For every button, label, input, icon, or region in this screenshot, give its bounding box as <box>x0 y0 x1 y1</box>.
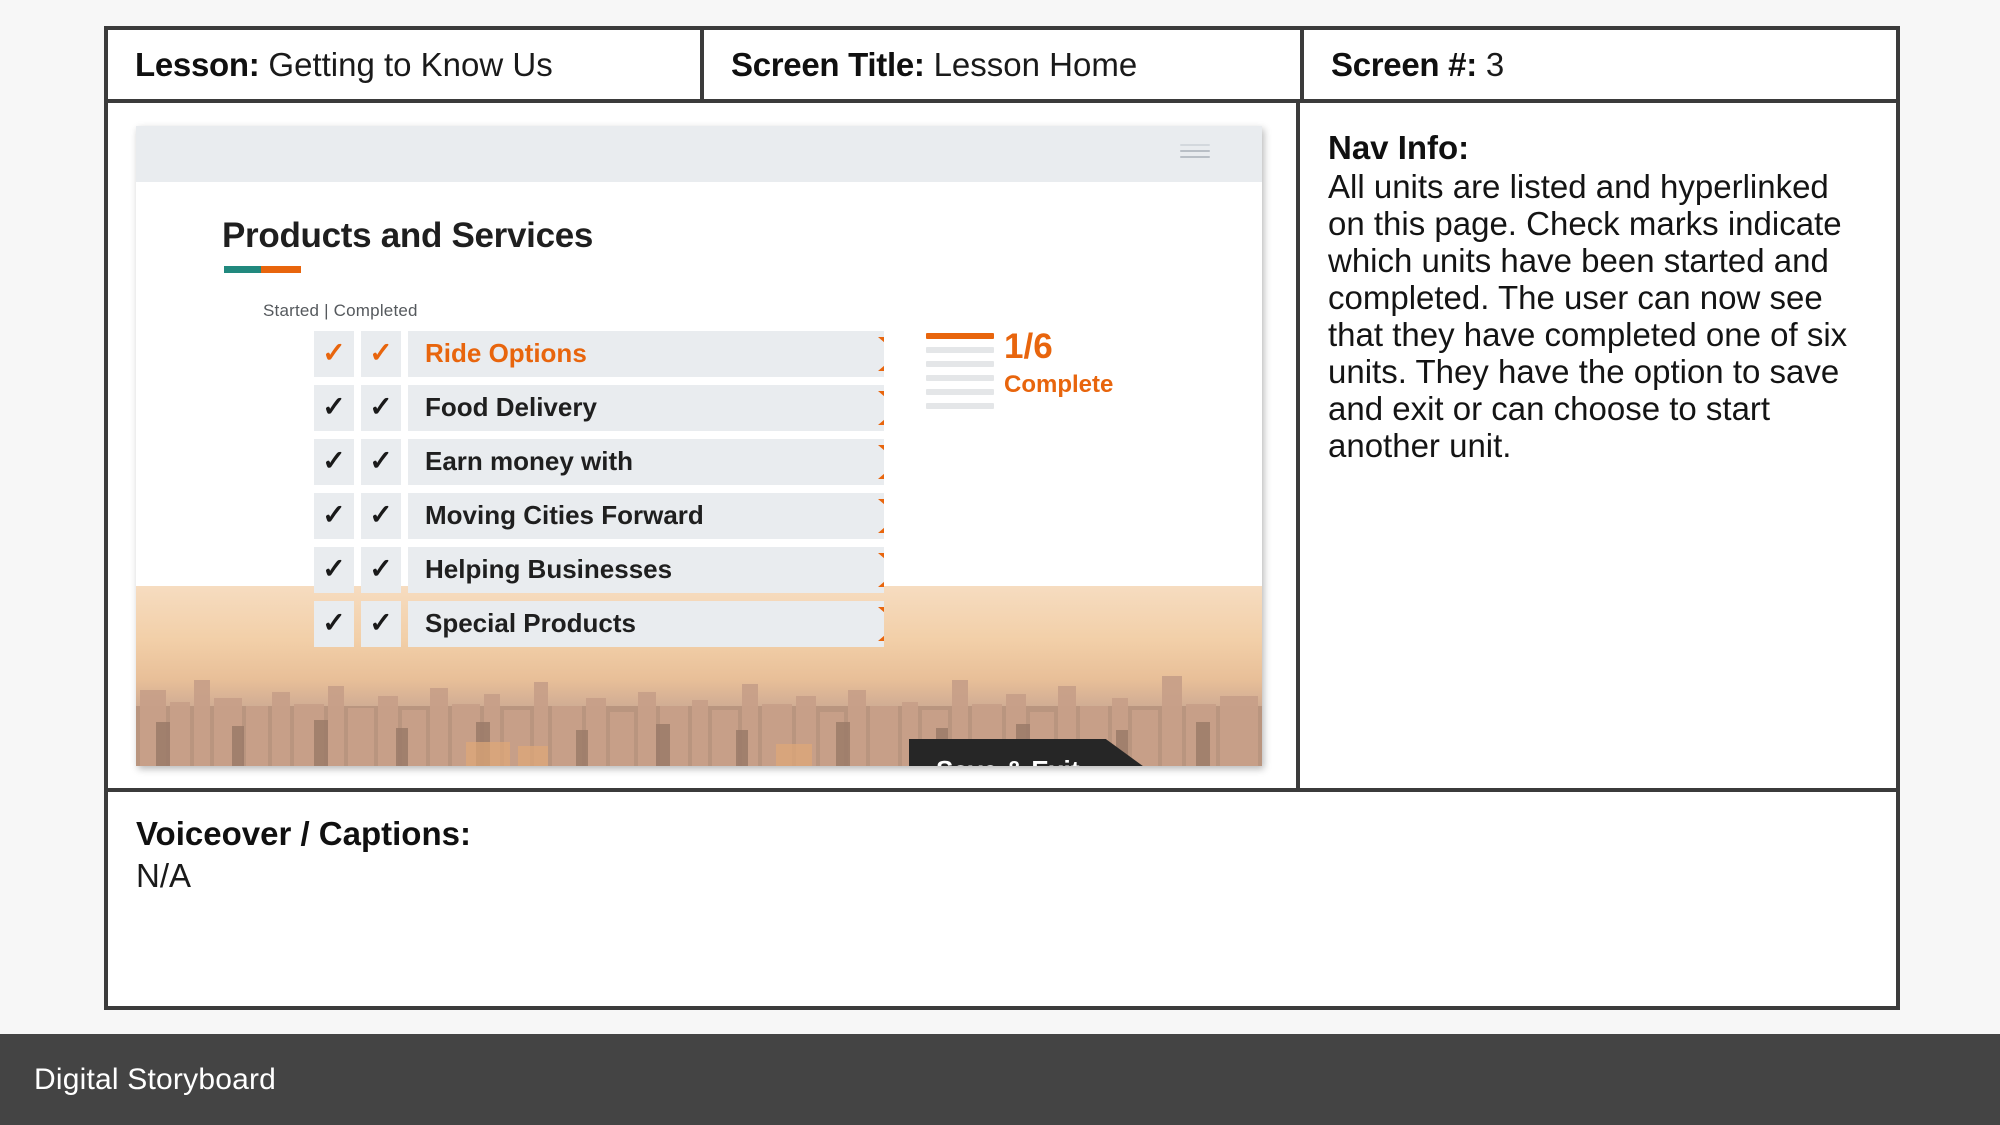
completed-checkbox: ✓ <box>361 331 401 377</box>
hamburger-bar <box>1180 144 1210 146</box>
slide-canvas: Products and Services Started | Complete… <box>136 126 1262 766</box>
double-chevron-icon <box>878 499 884 533</box>
storyboard-table: Lesson: Getting to Know Us Screen Title:… <box>104 26 1900 1010</box>
status-legend: Started | Completed <box>263 301 418 320</box>
started-checkbox: ✓ <box>314 331 354 377</box>
check-icon: ✓ <box>369 337 393 368</box>
screen-number-cell: Screen #: 3 <box>1304 30 1896 99</box>
progress-level-empty <box>926 403 994 409</box>
started-checkbox: ✓ <box>314 385 354 431</box>
unit-label: Earn money with <box>425 446 634 477</box>
unit-label: Food Delivery <box>425 392 597 423</box>
completed-checkbox: ✓ <box>361 385 401 431</box>
unit-row[interactable]: ✓ ✓ Food Delivery <box>314 385 884 431</box>
completed-checkbox: ✓ <box>361 601 401 647</box>
progress-word: Complete <box>1004 371 1114 398</box>
progress-text: 1/6 Complete <box>1004 329 1113 397</box>
screen-number-value: 3 <box>1485 45 1505 83</box>
hamburger-bar <box>1180 156 1210 158</box>
screen-title-value: Lesson Home <box>933 45 1138 83</box>
screen-number-label: Screen #: <box>1331 45 1477 83</box>
progress-level-filled <box>926 333 994 339</box>
double-chevron-icon <box>878 337 884 371</box>
unit-row[interactable]: ✓ ✓ Special Products <box>314 601 884 647</box>
slide-preview-cell: Products and Services Started | Complete… <box>108 103 1300 788</box>
progress-level-empty <box>926 389 994 395</box>
double-chevron-icon <box>878 607 884 641</box>
progress-meter <box>926 333 994 417</box>
check-icon: ✓ <box>322 553 346 584</box>
unit-bar[interactable]: Ride Options <box>408 331 884 377</box>
rule-segment-teal <box>224 266 261 273</box>
screen-title-label: Screen Title: <box>731 45 925 83</box>
double-chevron-icon <box>878 445 884 479</box>
unit-bar[interactable]: Food Delivery <box>408 385 884 431</box>
storyboard-page: Lesson: Getting to Know Us Screen Title:… <box>0 0 2000 1125</box>
title-underline-rule <box>224 266 301 273</box>
progress-level-empty <box>926 375 994 381</box>
check-icon: ✓ <box>369 499 393 530</box>
save-and-exit-label: Save & Exit <box>936 739 1080 766</box>
progress-level-empty <box>926 361 994 367</box>
check-icon: ✓ <box>369 445 393 476</box>
storyboard-content-row: Products and Services Started | Complete… <box>104 99 1900 792</box>
check-icon: ✓ <box>322 337 346 368</box>
unit-bar[interactable]: Special Products <box>408 601 884 647</box>
slide-mockup: Products and Services Started | Complete… <box>136 126 1262 766</box>
completed-checkbox: ✓ <box>361 439 401 485</box>
completed-checkbox: ✓ <box>361 547 401 593</box>
voiceover-body: N/A <box>136 856 192 894</box>
unit-label: Helping Businesses <box>425 554 673 585</box>
screen-title-cell: Screen Title: Lesson Home <box>704 30 1304 99</box>
rule-segment-orange <box>261 266 301 273</box>
check-icon: ✓ <box>369 553 393 584</box>
nav-info-body: All units are listed and hyperlinked on … <box>1328 167 1848 464</box>
check-icon: ✓ <box>322 391 346 422</box>
nav-info-cell: Nav Info: All units are listed and hyper… <box>1300 103 1896 788</box>
unit-label: Ride Options <box>425 338 587 369</box>
footer-bar: Digital Storyboard <box>0 1034 2000 1125</box>
unit-bar[interactable]: Earn money with <box>408 439 884 485</box>
started-checkbox: ✓ <box>314 493 354 539</box>
unit-label: Moving Cities Forward <box>425 500 704 531</box>
footer-label: Digital Storyboard <box>34 1062 277 1096</box>
check-icon: ✓ <box>322 445 346 476</box>
save-and-exit-button[interactable]: Save & Exit <box>909 739 1149 766</box>
unit-row[interactable]: ✓ ✓ Helping Businesses <box>314 547 884 593</box>
storyboard-header-row: Lesson: Getting to Know Us Screen Title:… <box>104 26 1900 103</box>
nav-info-title: Nav Info: <box>1328 129 1470 166</box>
voiceover-row: Voiceover / Captions: N/A <box>104 788 1900 1010</box>
unit-bar[interactable]: Moving Cities Forward <box>408 493 884 539</box>
started-checkbox: ✓ <box>314 439 354 485</box>
unit-label: Special Products <box>425 608 636 639</box>
check-icon: ✓ <box>322 499 346 530</box>
unit-row[interactable]: ✓ ✓ Moving Cities Forward <box>314 493 884 539</box>
lesson-value: Getting to Know Us <box>268 45 553 83</box>
check-icon: ✓ <box>369 391 393 422</box>
completed-checkbox: ✓ <box>361 493 401 539</box>
unit-bar[interactable]: Helping Businesses <box>408 547 884 593</box>
voiceover-title: Voiceover / Captions: <box>136 815 471 852</box>
progress-fraction: 1/6 <box>1004 327 1053 366</box>
double-chevron-icon <box>878 391 884 425</box>
lesson-cell: Lesson: Getting to Know Us <box>108 30 704 99</box>
unit-row[interactable]: ✓ ✓ Earn money with <box>314 439 884 485</box>
started-checkbox: ✓ <box>314 547 354 593</box>
progress-level-empty <box>926 347 994 353</box>
double-chevron-icon <box>878 553 884 587</box>
lesson-label: Lesson: <box>135 45 260 83</box>
hamburger-icon[interactable] <box>1180 144 1210 162</box>
check-icon: ✓ <box>322 607 346 638</box>
slide-title: Products and Services <box>222 216 594 255</box>
started-checkbox: ✓ <box>314 601 354 647</box>
progress-indicator: 1/6 Complete <box>926 329 1113 417</box>
unit-row[interactable]: ✓ ✓ Ride Options <box>314 331 884 377</box>
slide-topbar <box>136 126 1262 182</box>
unit-list: ✓ ✓ Ride Options ✓ ✓ Food Delivery ✓ ✓ Earn mone… <box>314 331 884 655</box>
hamburger-bar <box>1180 150 1210 152</box>
check-icon: ✓ <box>369 607 393 638</box>
